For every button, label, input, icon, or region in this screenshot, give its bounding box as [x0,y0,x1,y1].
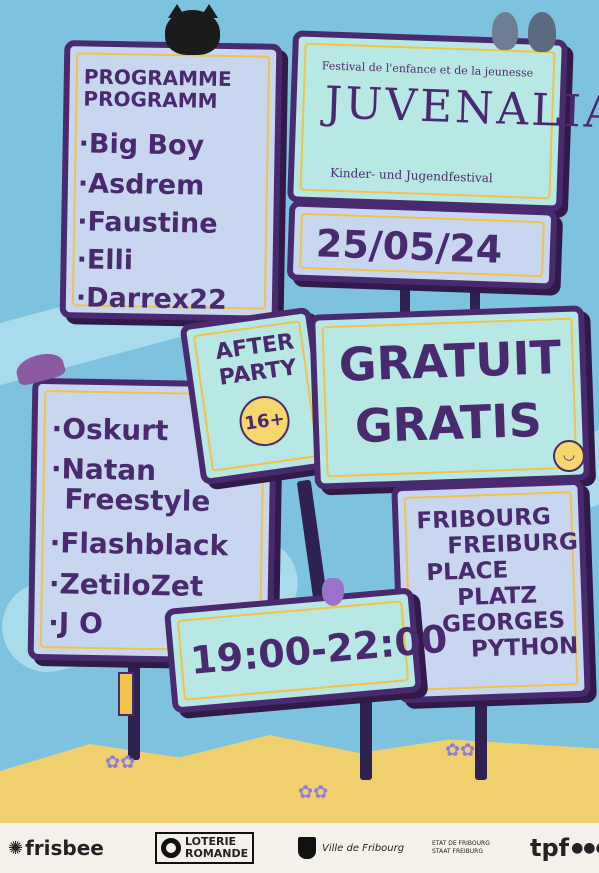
shield-icon [298,837,316,859]
place-line: PYTHON [470,632,579,663]
ville-label: Ville de Fribourg [322,842,405,854]
programme-title-de: PROGRAMM [83,86,218,113]
act-list-item: ·Oskurt [51,412,169,448]
festival-name: JUVENALIA [323,77,599,139]
act-list-item: Freestyle [64,482,211,519]
place-line: FREIBURG [446,528,579,560]
loterie-line2: ROMANDE [185,847,249,860]
loterie-box: LOTERIE ROMANDE [155,832,255,864]
cat-ear [200,4,218,18]
tpf-dots-icon: ●●● [571,840,599,856]
sign-pole [475,690,487,780]
loterie-romande-logo: LOTERIE ROMANDE [155,823,255,873]
act-list-item: ·J O [47,606,104,641]
price-fr: GRATUIT [337,330,563,392]
act-list-item: ·Darrex22 [75,282,228,316]
pigeon-icon [492,12,518,50]
event-date: 25/05/24 [315,221,504,272]
etat-line1: ETAT DE FRIBOURG [432,840,490,847]
flower-icon: ✿✿ [298,782,329,803]
frisbee-label: frisbee [25,836,104,860]
date-board: 25/05/24 [286,200,558,290]
flower-icon: ✿✿ [105,752,136,773]
speaker-icon [118,672,134,716]
frisbee-icon: ✺ [8,837,24,859]
cat-ear [168,4,186,18]
age-limit: 16+ [243,407,286,435]
act-list-item: ·Faustine [77,206,218,240]
flower-icon: ✿✿ [445,740,476,761]
vase-icon [322,578,344,606]
etat-line2: STAAT FREIBURG [432,848,483,855]
pigeon-icon [528,12,556,52]
etat-fribourg-logo: ETAT DE FRIBOURG STAAT FREIBURG [432,823,490,873]
price-board: GRATUIT GRATIS [309,305,590,490]
act-list-item: ·Flashblack [49,526,229,563]
frisbee-logo: ✺ frisbee [8,823,104,873]
place-line: PLATZ [456,582,538,612]
act-list-item: ·Asdrem [77,168,205,202]
act-list-item: ·Elli [76,244,134,277]
place-line: PLACE [425,557,509,587]
act-list-item: ·Big Boy [78,128,205,162]
time-board: 19:00-22:00 [163,587,449,714]
smiley-icon: ◡ [553,440,585,472]
festival-title-board: Festival de l'enfance et de la jeunesse … [287,30,599,212]
programme-board: PROGRAMME PROGRAMM ·Big Boy ·Asdrem ·Fau… [59,40,283,322]
sand-ground [0,735,599,825]
tpf-label: tpf [530,834,570,862]
place-board: FRIBOURG FREIBURG PLACE PLATZ GEORGES PY… [391,478,591,704]
loterie-circle-icon [161,838,181,858]
ville-fribourg-logo: Ville de Fribourg [298,823,404,873]
tpf-logo: tpf ●●● [530,823,599,873]
sign-pole [360,690,372,780]
act-list-item: ·ZetiloZet [48,567,204,603]
price-de: GRATIS [354,392,543,454]
